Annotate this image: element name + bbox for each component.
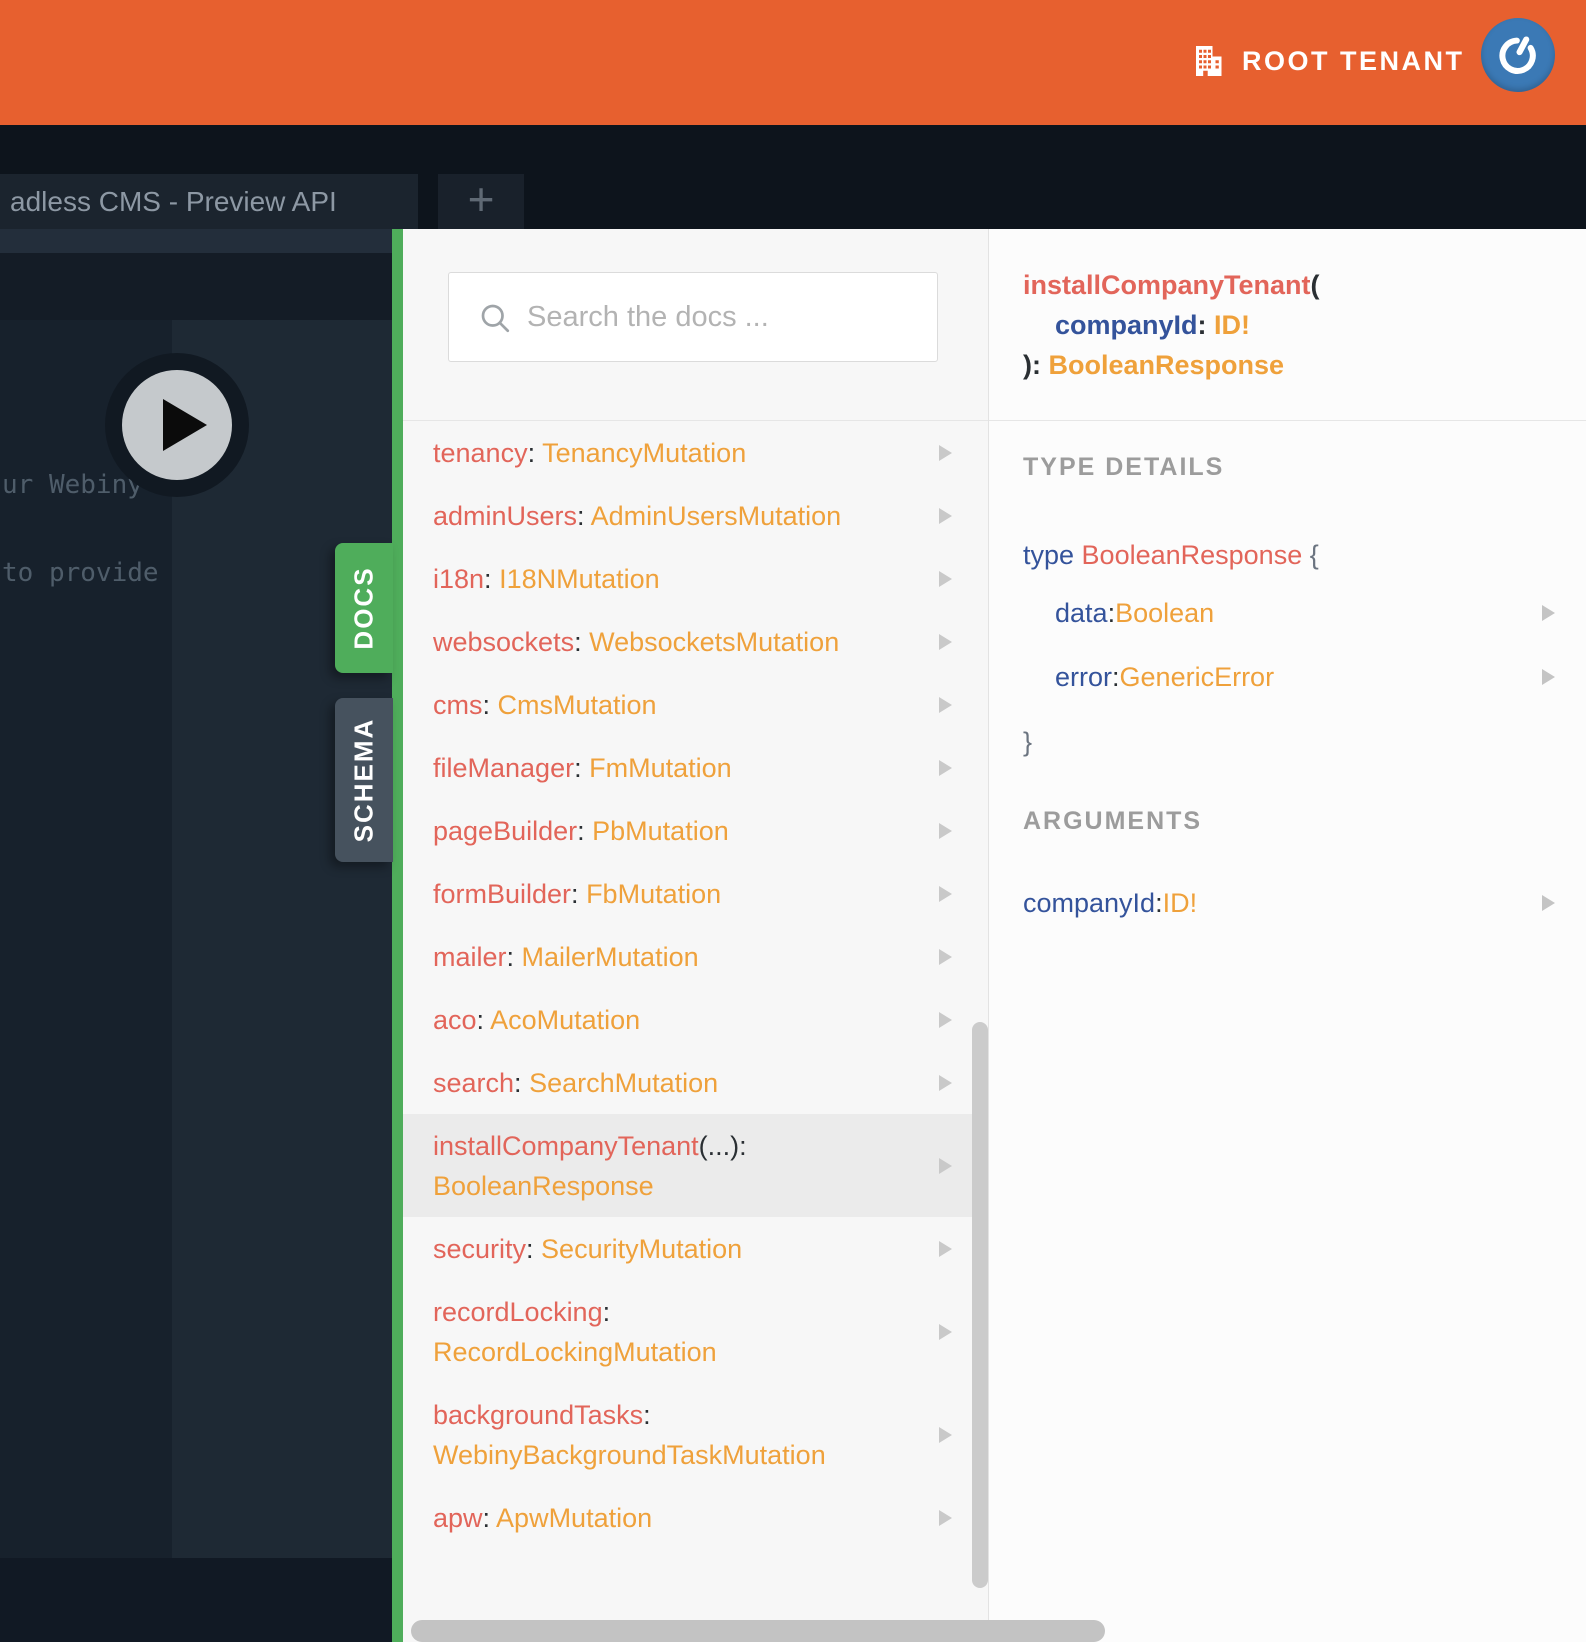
detail-field-row[interactable]: error: GenericError <box>989 645 1586 709</box>
chevron-right-icon <box>939 507 952 524</box>
tenant-selector[interactable]: ROOT TENANT <box>1242 44 1465 78</box>
docs-list-item[interactable]: tenancy: TenancyMutation <box>403 421 988 484</box>
docs-list-item-text: RecordLockingMutation <box>433 1336 717 1367</box>
chevron-right-icon <box>939 1157 952 1174</box>
docs-list-item-text: security: SecurityMutation <box>433 1233 743 1264</box>
docs-list: tenancy: TenancyMutation adminUsers: Admi… <box>403 421 988 1549</box>
docs-list-item[interactable]: search: SearchMutation <box>403 1051 988 1114</box>
docs-list-item[interactable]: installCompanyTenant(...): BooleanRespons… <box>403 1114 988 1217</box>
docs-list-item[interactable]: pageBuilder: PbMutation <box>403 799 988 862</box>
docs-list-item-text: fileManager: FmMutation <box>433 752 732 783</box>
docs-list-item-text: search: SearchMutation <box>433 1067 719 1098</box>
docs-list-item-text: apw: ApwMutation <box>433 1502 653 1533</box>
building-icon <box>1196 46 1222 76</box>
chevron-right-icon <box>939 570 952 587</box>
docs-list-item[interactable]: adminUsers: AdminUsersMutation <box>403 484 988 547</box>
docs-list-item-text: tenancy: TenancyMutation <box>433 437 747 468</box>
chevron-right-icon <box>939 1323 952 1340</box>
signature-line: installCompanyTenant( <box>1023 270 1320 300</box>
type-field-list: data: Boolean error: GenericError <box>989 581 1586 709</box>
docs-list-item[interactable]: cms: CmsMutation <box>403 673 988 736</box>
results-pane <box>172 320 392 1558</box>
docs-panel-accent-strip <box>392 229 403 1642</box>
query-comment-line: ur Webiny <box>2 470 143 500</box>
signature-line: companyId: ID! <box>1055 310 1251 340</box>
docs-list-item-text: aco: AcoMutation <box>433 1004 641 1035</box>
argument-list: companyId: ID! <box>989 871 1586 935</box>
docs-list-item[interactable]: recordLocking: RecordLockingMutation <box>403 1280 988 1383</box>
tab-headless-cms-preview-api[interactable]: adless CMS - Preview API <box>0 174 418 229</box>
chevron-right-icon <box>939 1426 952 1443</box>
detail-field-row[interactable]: companyId: ID! <box>989 871 1586 935</box>
docs-list-item-text: adminUsers: AdminUsersMutation <box>433 500 842 531</box>
chevron-right-icon <box>939 1240 952 1257</box>
chevron-right-icon <box>939 1011 952 1028</box>
chevron-right-icon <box>1542 669 1555 685</box>
docs-list-item-text: websockets: WebsocketsMutation <box>433 626 840 657</box>
screen: ROOT TENANT adless CMS - Preview API + u… <box>0 0 1586 1642</box>
power-icon <box>1499 36 1536 74</box>
docs-list-item-text: WebinyBackgroundTaskMutation <box>433 1439 826 1470</box>
tab-schema-label: SCHEMA <box>348 717 379 843</box>
chevron-right-icon <box>939 759 952 776</box>
docs-horizontal-scrollbar[interactable] <box>411 1620 1105 1642</box>
docs-list-item-text: backgroundTasks: <box>433 1399 651 1430</box>
field-detail-panel: installCompanyTenant( companyId: ID! ): Bo… <box>988 229 1586 1642</box>
chevron-right-icon <box>939 1074 952 1091</box>
new-tab-button[interactable]: + <box>438 174 524 229</box>
editor-toolbar-strip <box>0 229 392 253</box>
chevron-right-icon <box>1542 895 1555 911</box>
chevron-right-icon <box>939 1509 952 1526</box>
tab-docs-label: DOCS <box>348 566 379 650</box>
docs-list-item-text: i18n: I18NMutation <box>433 563 660 594</box>
docs-list-item[interactable]: formBuilder: FbMutation <box>403 862 988 925</box>
query-comment-line: to provide <box>2 558 159 588</box>
docs-list-item[interactable]: backgroundTasks: WebinyBackgroundTaskMuta… <box>403 1383 988 1486</box>
docs-list-item-text: mailer: MailerMutation <box>433 941 699 972</box>
chevron-right-icon <box>939 444 952 461</box>
detail-field-row[interactable]: data: Boolean <box>989 581 1586 645</box>
type-details-label: TYPE DETAILS <box>1023 453 1225 481</box>
type-declaration: type BooleanResponse { <box>1023 540 1319 570</box>
execute-query-button[interactable] <box>105 353 249 497</box>
docs-list-item[interactable]: apw: ApwMutation <box>403 1486 988 1549</box>
chevron-right-icon <box>939 885 952 902</box>
docs-list-item[interactable]: i18n: I18NMutation <box>403 547 988 610</box>
docs-list-item-text: installCompanyTenant(...): <box>433 1130 747 1161</box>
chevron-right-icon <box>939 633 952 650</box>
search-icon <box>481 304 510 333</box>
field-signature: installCompanyTenant( companyId: ID! ): Bo… <box>989 229 1586 421</box>
docs-list-item[interactable]: aco: AcoMutation <box>403 988 988 1051</box>
play-icon <box>122 370 232 480</box>
tab-title: adless CMS - Preview API <box>10 186 337 217</box>
user-avatar[interactable] <box>1481 18 1555 92</box>
arguments-label: ARGUMENTS <box>1023 807 1203 835</box>
editor-footer-strip <box>0 1558 392 1642</box>
chevron-right-icon <box>1542 605 1555 621</box>
docs-list-item[interactable]: security: SecurityMutation <box>403 1217 988 1280</box>
docs-list-item[interactable]: mailer: MailerMutation <box>403 925 988 988</box>
chevron-right-icon <box>939 696 952 713</box>
top-app-bar: ROOT TENANT <box>0 0 1586 125</box>
docs-list-item-text: pageBuilder: PbMutation <box>433 815 729 846</box>
docs-search-box <box>448 272 938 362</box>
tab-schema[interactable]: SCHEMA <box>335 698 393 862</box>
docs-vertical-scrollbar[interactable] <box>972 1022 988 1588</box>
chevron-right-icon <box>939 948 952 965</box>
docs-list-item[interactable]: websockets: WebsocketsMutation <box>403 610 988 673</box>
docs-explorer-panel: tenancy: TenancyMutation adminUsers: Admi… <box>403 229 988 1642</box>
chevron-right-icon <box>939 822 952 839</box>
signature-line: ): BooleanResponse <box>1023 350 1285 380</box>
docs-list-item-text: cms: CmsMutation <box>433 689 657 720</box>
query-editor-pane[interactable] <box>0 320 172 1558</box>
docs-list-item-text: BooleanResponse <box>433 1170 654 1201</box>
docs-search-input[interactable] <box>527 274 927 360</box>
closing-brace: } <box>1023 727 1033 757</box>
docs-list-item-text: recordLocking: <box>433 1296 611 1327</box>
docs-list-item-text: formBuilder: FbMutation <box>433 878 722 909</box>
docs-list-item[interactable]: fileManager: FmMutation <box>403 736 988 799</box>
tab-docs[interactable]: DOCS <box>335 543 393 673</box>
api-tab-bar: adless CMS - Preview API + <box>0 125 1586 325</box>
